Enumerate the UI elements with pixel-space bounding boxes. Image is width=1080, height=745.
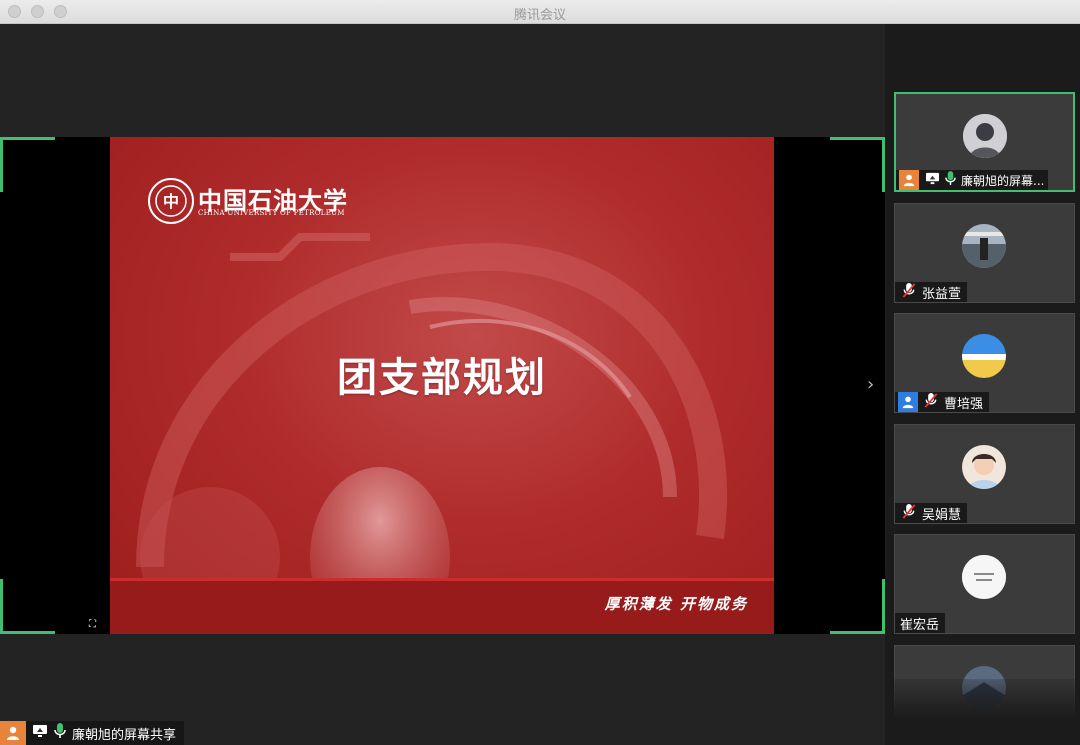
microphone-muted-icon <box>902 282 916 302</box>
participant-name: 张益萱 <box>922 286 962 302</box>
title-bar: 腾讯会议 <box>0 0 1080 24</box>
focus-corner <box>830 137 885 192</box>
participant-name-tag: 崔宏岳 <box>895 613 946 633</box>
sidebar-fade <box>885 679 1080 745</box>
university-name-en: CHINA UNIVERSITY OF PETROLEUM <box>198 209 345 217</box>
main-stage: 中 中国石油大学 CHINA UNIVERSITY OF PETROLEUM 团… <box>0 24 885 745</box>
participant-name-tag: 张益萱 <box>895 282 968 302</box>
screen-share-icon <box>925 172 940 189</box>
participant-name-tag: 廉朝旭的屏幕... <box>896 170 1049 190</box>
participant-name: 崔宏岳 <box>900 617 940 633</box>
host-user-icon <box>898 392 918 412</box>
participant-tile[interactable]: 曹培强 <box>894 313 1075 413</box>
shared-slide: 中 中国石油大学 CHINA UNIVERSITY OF PETROLEUM 团… <box>110 137 774 634</box>
avatar <box>962 224 1006 268</box>
fullscreen-icon[interactable]: ⛶ <box>89 620 99 630</box>
focus-corner <box>830 579 885 634</box>
screen-share-icon <box>32 724 48 742</box>
focus-corner <box>0 579 55 634</box>
avatar <box>963 114 1007 158</box>
chevron-right-icon[interactable]: › <box>867 374 874 395</box>
participant-name: 吴娟慧 <box>922 507 962 523</box>
university-seal-icon: 中 <box>148 178 194 224</box>
host-user-icon <box>0 721 26 745</box>
presenter-label: 廉朝旭的屏幕共享 <box>72 727 177 743</box>
window-title: 腾讯会议 <box>513 8 566 23</box>
avatar <box>962 334 1006 378</box>
microphone-muted-icon <box>902 503 916 523</box>
focus-corner <box>0 137 55 192</box>
microphone-icon <box>54 723 66 743</box>
microphone-icon <box>945 170 956 190</box>
svg-text:中: 中 <box>163 192 179 211</box>
slide-title: 团支部规划 <box>337 355 547 401</box>
microphone-muted-icon <box>924 392 938 412</box>
participant-tile[interactable]: 廉朝旭的屏幕... <box>894 92 1075 192</box>
participant-tile[interactable]: 张益萱 <box>894 203 1075 303</box>
participant-name: 廉朝旭的屏幕... <box>961 173 1045 188</box>
participant-tile[interactable]: 崔宏岳 <box>894 534 1075 634</box>
participant-name: 曹培强 <box>944 396 984 412</box>
avatar <box>962 555 1006 599</box>
participant-name-tag: 吴娟慧 <box>895 503 968 523</box>
host-user-icon <box>899 170 919 190</box>
participant-name-tag: 曹培强 <box>895 392 990 412</box>
participant-sidebar: 廉朝旭的屏幕... 张益萱 曹培强 吴娟慧 崔宏岳 <box>885 24 1080 745</box>
avatar <box>962 445 1006 489</box>
presenter-tag: 廉朝旭的屏幕共享 <box>0 721 185 745</box>
slide-motto: 厚积薄发 开物成务 <box>604 595 748 613</box>
participant-tile[interactable]: 吴娟慧 <box>894 424 1075 524</box>
